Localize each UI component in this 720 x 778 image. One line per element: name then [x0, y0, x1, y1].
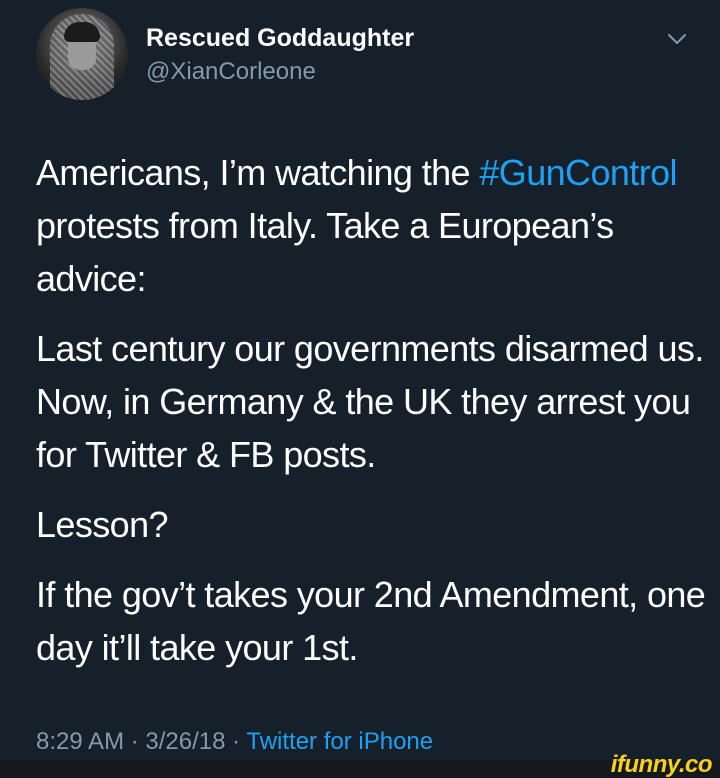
tweet-paragraph-1-before: Americans, I’m watching the: [36, 152, 480, 193]
tweet-source-link[interactable]: Twitter for iPhone: [246, 728, 433, 755]
avatar-hair: [64, 22, 100, 42]
tweet-paragraph-2: Last century our governments disarmed us…: [36, 328, 704, 475]
author-display-name[interactable]: Rescued Goddaughter: [146, 22, 414, 54]
ifunny-watermark: ifunny.co: [610, 751, 713, 778]
chevron-down-icon[interactable]: [664, 26, 690, 52]
hashtag-link[interactable]: #GunControl: [479, 152, 677, 193]
meta-separator: ·: [124, 728, 146, 755]
tweet-time[interactable]: 8:29 AM: [36, 728, 124, 755]
tweet-text: Americans, I’m watching the #GunControl …: [36, 146, 706, 674]
tweet-paragraph-1: Americans, I’m watching the #GunControl …: [36, 146, 706, 305]
tweet-paragraph-1-after: protests from Italy. Take a European’s a…: [36, 205, 614, 299]
tweet-card: Rescued Goddaughter @XianCorleone Americ…: [0, 0, 720, 760]
tweet-date[interactable]: 3/26/18: [145, 728, 225, 755]
meta-separator: ·: [225, 728, 247, 755]
author-handle[interactable]: @XianCorleone: [146, 56, 316, 88]
avatar[interactable]: [36, 8, 128, 100]
tweet-paragraph-3: Lesson?: [36, 504, 169, 545]
tweet-meta: 8:29 AM · 3/26/18 · Twitter for iPhone: [36, 726, 433, 758]
tweet-paragraph-4: If the gov’t takes your 2nd Amendment, o…: [36, 574, 706, 668]
